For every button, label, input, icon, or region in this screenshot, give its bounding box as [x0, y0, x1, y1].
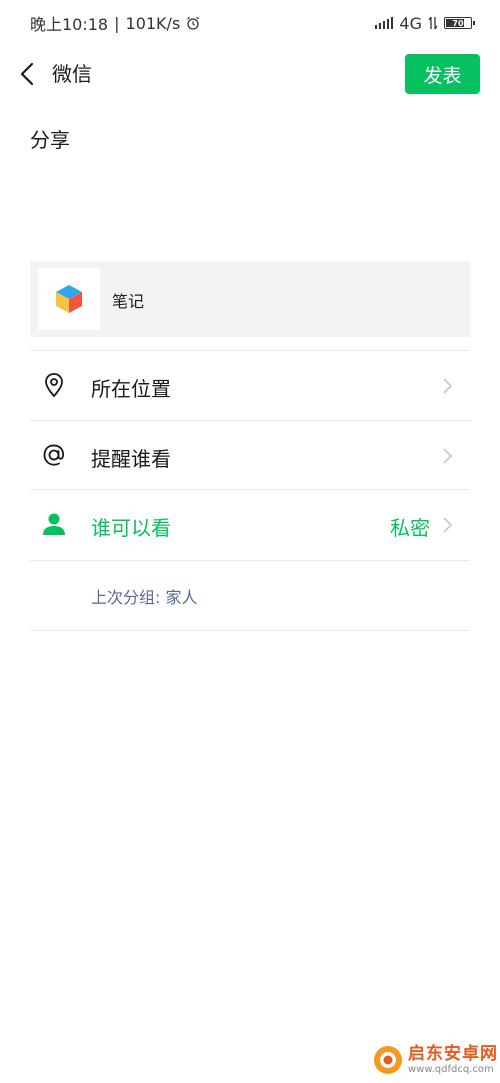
page-title: 微信	[52, 62, 92, 86]
person-icon	[43, 513, 65, 535]
card-thumbnail	[38, 268, 100, 330]
site-watermark: 启东安卓网 www.qdfdcq.com	[372, 1044, 498, 1076]
visibility-value: 私密	[390, 516, 430, 540]
watermark-url: www.qdfdcq.com	[408, 1063, 494, 1075]
watermark-logo-icon	[374, 1046, 402, 1074]
cube-icon	[56, 285, 82, 313]
chevron-right-icon	[443, 378, 453, 394]
option-visibility[interactable]: 谁可以看 私密	[30, 490, 470, 559]
nav-bar: 微信 发表	[0, 46, 500, 104]
status-speed: 101K/s	[125, 13, 181, 33]
option-mention[interactable]: 提醒谁看	[30, 421, 470, 490]
status-time: 晚上10:18	[30, 15, 109, 34]
watermark-text: 启东安卓网 www.qdfdcq.com	[408, 1043, 498, 1075]
option-location-label: 所在位置	[91, 377, 171, 401]
option-location[interactable]: 所在位置	[30, 351, 470, 420]
status-left: 晚上10:18 | 101K/s	[30, 11, 200, 35]
network-type: 4G	[399, 13, 422, 33]
location-pin-icon	[45, 373, 63, 398]
option-visibility-label: 谁可以看	[91, 516, 171, 540]
card-title: 笔记	[112, 292, 145, 311]
chevron-right-icon	[443, 517, 453, 533]
compose-text-input[interactable]: 分享	[30, 124, 70, 153]
battery-icon: 70	[444, 17, 475, 29]
shared-link-card[interactable]: 笔记	[30, 261, 470, 337]
chevron-right-icon	[443, 448, 453, 464]
battery-level: 70	[452, 18, 464, 28]
publish-button[interactable]: 发表	[405, 54, 480, 94]
back-arrow-icon[interactable]	[16, 60, 40, 88]
data-arrows-icon	[428, 16, 438, 30]
status-separator: |	[114, 13, 120, 33]
at-sign-icon	[43, 444, 65, 466]
alarm-icon	[187, 16, 200, 30]
status-bar: 晚上10:18 | 101K/s 4G 70	[0, 0, 500, 46]
last-group-text: 上次分组: 家人	[91, 588, 198, 607]
option-mention-label: 提醒谁看	[91, 447, 171, 471]
divider	[30, 630, 470, 631]
watermark-title: 启东安卓网	[408, 1043, 498, 1064]
signal-icon	[375, 17, 394, 29]
divider	[30, 560, 470, 561]
status-right: 4G 70	[375, 13, 475, 33]
